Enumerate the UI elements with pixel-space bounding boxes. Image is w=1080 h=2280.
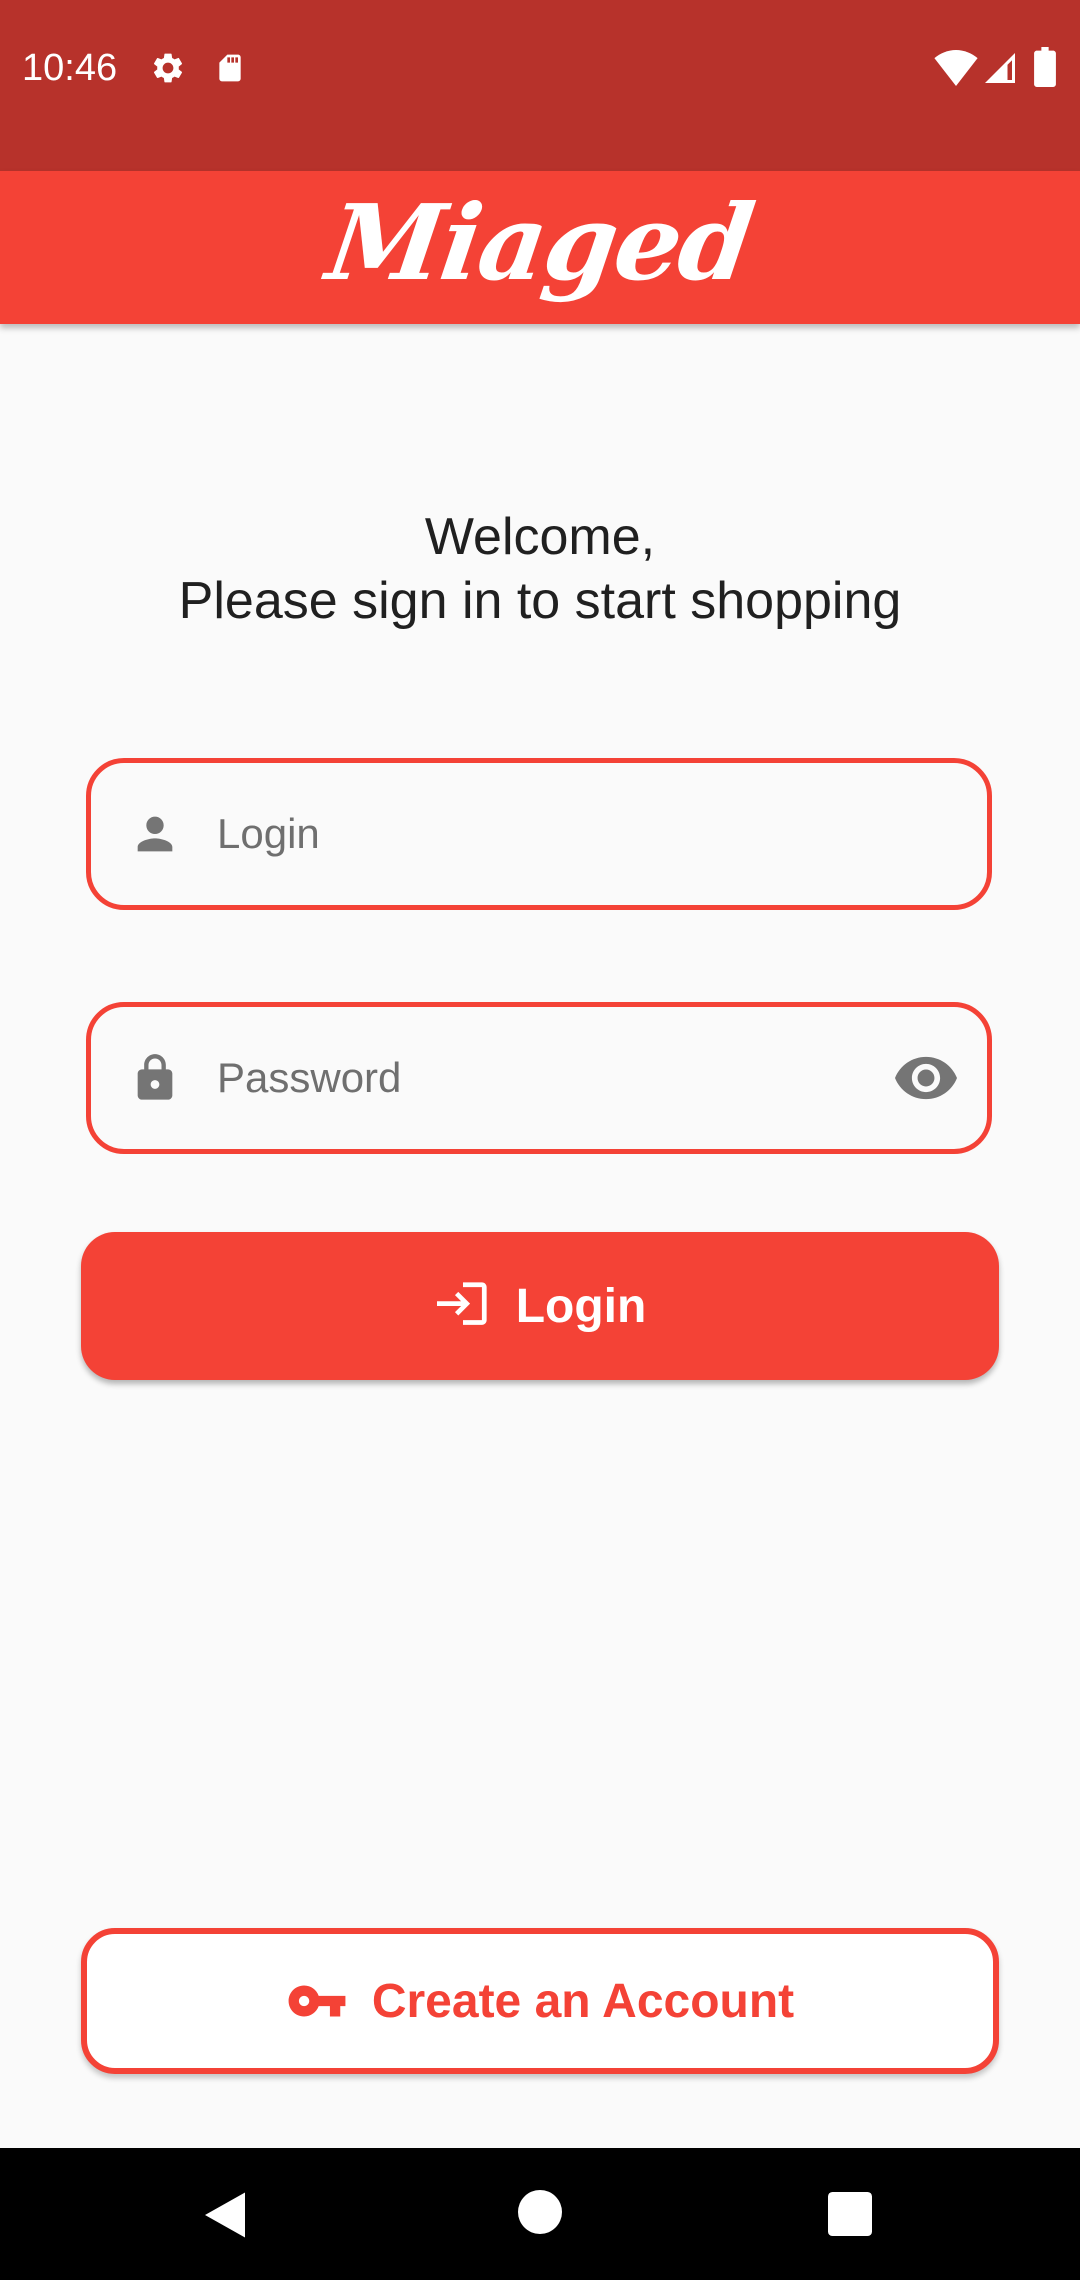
cell-signal-icon xyxy=(985,53,1015,83)
login-arrow-icon xyxy=(436,1282,487,1325)
eye-icon[interactable] xyxy=(895,1055,957,1101)
welcome-line-1: Welcome, xyxy=(424,508,656,566)
status-time: 10:46 xyxy=(22,47,118,89)
app-bar: Miaged xyxy=(0,171,1080,324)
key-icon xyxy=(288,1985,346,2017)
welcome-message: Welcome, Please sign in to start shoppin… xyxy=(0,505,1080,633)
login-input[interactable] xyxy=(217,810,987,858)
back-icon[interactable] xyxy=(200,2190,250,2240)
recents-icon[interactable] xyxy=(828,2192,872,2236)
password-input[interactable] xyxy=(217,1054,895,1102)
password-field[interactable] xyxy=(86,1002,992,1154)
login-field[interactable] xyxy=(86,758,992,910)
create-account-button[interactable]: Create an Account xyxy=(81,1928,999,2074)
settings-gear-icon xyxy=(153,53,183,83)
welcome-line-2: Please sign in to start shopping xyxy=(178,572,902,630)
login-button[interactable]: Login xyxy=(81,1232,999,1380)
sd-card-icon xyxy=(219,54,241,82)
home-icon[interactable] xyxy=(518,2190,562,2234)
battery-icon xyxy=(1034,47,1056,87)
create-account-button-label: Create an Account xyxy=(371,1974,795,2028)
status-bar: 10:46 xyxy=(0,0,1080,171)
wifi-icon xyxy=(934,50,978,86)
lock-icon xyxy=(137,1054,173,1100)
navigation-bar xyxy=(0,2148,1080,2280)
app-title: Miaged xyxy=(320,181,760,304)
login-button-label: Login xyxy=(515,1279,647,1333)
person-icon xyxy=(137,816,173,852)
